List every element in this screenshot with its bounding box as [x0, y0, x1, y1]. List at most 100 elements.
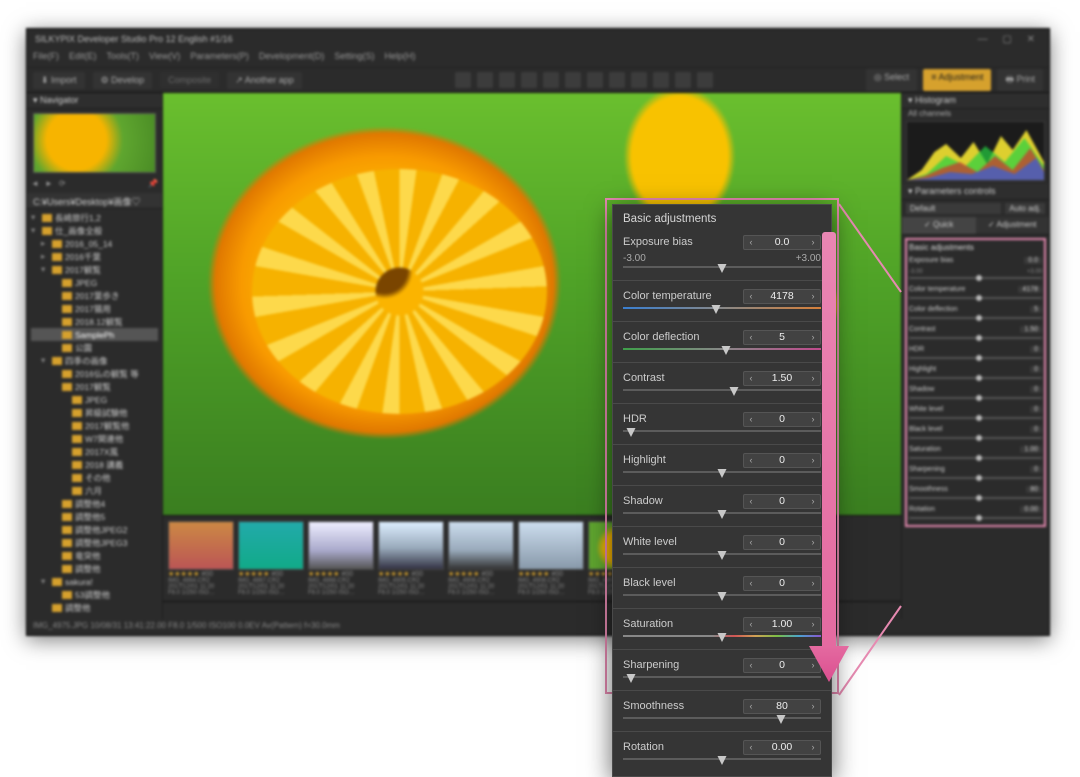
tree-item[interactable]: 2017葉歩き [31, 289, 158, 302]
decrement-icon[interactable]: ‹ [744, 373, 758, 383]
tool-icon[interactable] [543, 72, 559, 88]
back-icon[interactable]: ◄ [31, 179, 39, 191]
tree-item[interactable]: ▾仕_画像全般 [31, 224, 158, 237]
tree-item[interactable]: 2017観覧 [31, 380, 158, 393]
value-stepper[interactable]: ‹ 0 › [743, 535, 821, 550]
tree-item[interactable]: 調整他5 [31, 510, 158, 523]
mini-slider[interactable] [909, 417, 1042, 419]
tree-item[interactable]: 2017猫用 [31, 302, 158, 315]
param-value[interactable]: 0 [758, 413, 806, 425]
increment-icon[interactable]: › [806, 291, 820, 301]
thumbnail[interactable]: ★★★★★ #00 IMG_4867.CR2 2017/12/01 11:20 … [238, 521, 304, 596]
mini-value[interactable]: 0 [1030, 346, 1042, 353]
param-value[interactable]: 0 [758, 659, 806, 671]
tree-item[interactable]: W7関連他 [31, 432, 158, 445]
mini-value[interactable]: 0.00 [1020, 506, 1042, 513]
value-stepper[interactable]: ‹ 5 › [743, 330, 821, 345]
param-value[interactable]: 0 [758, 577, 806, 589]
forward-icon[interactable]: ► [45, 179, 53, 191]
decrement-icon[interactable]: ‹ [744, 291, 758, 301]
tree-item[interactable]: 調整他JPEG3 [31, 536, 158, 549]
mini-value[interactable]: 0 [1030, 366, 1042, 373]
tool-icon[interactable] [565, 72, 581, 88]
value-stepper[interactable]: ‹ 0.00 › [743, 740, 821, 755]
value-stepper[interactable]: ‹ 1.50 › [743, 371, 821, 386]
tool-icon[interactable] [653, 72, 669, 88]
thumbnail[interactable]: ★★★★★ #00 IMG_4906.CR2 2017/12/01 11:20 … [448, 521, 514, 596]
adjustment-mode-button[interactable]: ≡ Adjustment [923, 69, 991, 91]
decrement-icon[interactable]: ‹ [744, 660, 758, 670]
value-stepper[interactable]: ‹ 0.0 › [743, 235, 821, 250]
value-stepper[interactable]: ‹ 80 › [743, 699, 821, 714]
value-stepper[interactable]: ‹ 4178 › [743, 289, 821, 304]
param-slider[interactable] [623, 594, 821, 600]
pin-icon[interactable]: 📌 [148, 179, 158, 191]
tree-item[interactable]: 調整他4 [31, 497, 158, 510]
tree-item[interactable]: JPEG [31, 393, 158, 406]
param-slider[interactable] [623, 348, 821, 354]
param-slider[interactable] [623, 389, 821, 395]
mini-value[interactable]: 5 [1030, 306, 1042, 313]
tree-item[interactable]: ▸2016_05_14 [31, 237, 158, 250]
value-stepper[interactable]: ‹ 0 › [743, 453, 821, 468]
param-slider[interactable] [623, 717, 821, 723]
param-value[interactable]: 1.50 [758, 372, 806, 384]
tree-item[interactable]: 公園 [31, 341, 158, 354]
tool-icon[interactable] [609, 72, 625, 88]
tree-item[interactable]: 六月 [31, 484, 158, 497]
another-app-button[interactable]: Another app [227, 72, 302, 89]
composite-button[interactable]: Composite [160, 72, 219, 88]
thumbnail[interactable]: ★★★★★ #00 IMG_4864.CR2 2017/12/01 11:20 … [168, 521, 234, 596]
mini-slider[interactable] [909, 397, 1042, 399]
mini-slider[interactable] [909, 457, 1042, 459]
mini-value[interactable]: 1.50 [1020, 326, 1042, 333]
menu-item[interactable]: File(F) [33, 51, 59, 61]
menu-item[interactable]: Parameters(P) [190, 51, 249, 61]
tree-item[interactable]: ▸2016千葉 [31, 250, 158, 263]
decrement-icon[interactable]: ‹ [744, 701, 758, 711]
param-slider[interactable] [623, 758, 821, 764]
mini-slider[interactable] [909, 277, 1042, 279]
param-slider[interactable] [623, 676, 821, 682]
tree-item[interactable]: 竜突他 [31, 549, 158, 562]
tree-item[interactable]: 2018 講義 [31, 458, 158, 471]
decrement-icon[interactable]: ‹ [744, 742, 758, 752]
mini-value[interactable]: 0 [1030, 466, 1042, 473]
param-value[interactable]: 0.0 [758, 236, 806, 248]
tool-icon[interactable] [675, 72, 691, 88]
decrement-icon[interactable]: ‹ [744, 237, 758, 247]
decrement-icon[interactable]: ‹ [744, 578, 758, 588]
increment-icon[interactable]: › [806, 660, 820, 670]
increment-icon[interactable]: › [806, 332, 820, 342]
mini-slider[interactable] [909, 377, 1042, 379]
decrement-icon[interactable]: ‹ [744, 332, 758, 342]
preset-select[interactable]: Default [906, 203, 1001, 214]
tree-item[interactable]: 調整他 [31, 601, 158, 614]
menu-item[interactable]: Help(H) [384, 51, 415, 61]
decrement-icon[interactable]: ‹ [744, 537, 758, 547]
tool-icon[interactable] [477, 72, 493, 88]
decrement-icon[interactable]: ‹ [744, 414, 758, 424]
param-value[interactable]: 4178 [758, 290, 806, 302]
increment-icon[interactable]: › [806, 496, 820, 506]
menu-item[interactable]: Tools(T) [107, 51, 140, 61]
mini-slider[interactable] [909, 477, 1042, 479]
import-button[interactable]: Import [33, 72, 85, 89]
increment-icon[interactable]: › [806, 578, 820, 588]
mini-slider[interactable] [909, 337, 1042, 339]
tree-item[interactable]: 昇級試験他 [31, 406, 158, 419]
tree-item[interactable]: 2017観覧他 [31, 419, 158, 432]
menu-item[interactable]: View(V) [149, 51, 180, 61]
mini-slider[interactable] [909, 517, 1042, 519]
mini-slider[interactable] [909, 317, 1042, 319]
mini-value[interactable]: 80 [1026, 486, 1042, 493]
tree-item[interactable]: ▾sakura! [31, 575, 158, 588]
tree-item[interactable]: 2018.12観覧 [31, 315, 158, 328]
tree-item[interactable]: 調整他JPEG2 [31, 523, 158, 536]
develop-button[interactable]: Develop [93, 72, 153, 89]
tree-item[interactable]: 調整他 [31, 562, 158, 575]
tree-item[interactable]: ▾長崎旅行1,2 [31, 211, 158, 224]
mini-slider[interactable] [909, 357, 1042, 359]
tree-item[interactable]: ▾四季の画像 [31, 354, 158, 367]
param-slider[interactable] [623, 307, 821, 313]
